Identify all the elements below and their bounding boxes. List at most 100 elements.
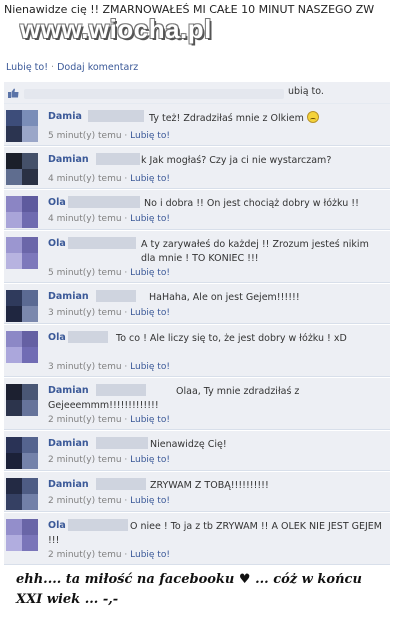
- avatar-pixel: [6, 519, 22, 535]
- comment-time: 2 minut(y) temu: [48, 550, 122, 560]
- avatar-pixel: [6, 494, 22, 510]
- avatar-pixel: [22, 478, 38, 494]
- avatar-pixel: [6, 153, 22, 169]
- comment-item: Damian Nienawidzę Cię! 2 minut(y) temu · …: [4, 431, 390, 471]
- avatar[interactable]: [6, 196, 38, 228]
- comment-item: Ola To co ! Ale liczy się to, że jest dob…: [4, 325, 390, 377]
- meta-separator: ·: [121, 550, 131, 560]
- comment-meta: 2 minut(y) temu · Lubię to!: [48, 496, 170, 506]
- avatar-pixel: [22, 453, 38, 469]
- comment-item: Ola No i dobra !! On jest chociąż dobry w…: [4, 190, 390, 230]
- avatar[interactable]: [6, 519, 38, 551]
- comment-meta: 2 minut(y) temu · Lubię to!: [48, 455, 170, 465]
- watermark: www.wiocha.pl: [20, 14, 212, 44]
- comment-text: k Jak mogłaś? Czy ja ci nie wystarczam?: [141, 155, 332, 166]
- avatar-pixel: [22, 126, 38, 142]
- comment-item: Ola A ty zarywałeś do każdej !! Zrozum je…: [4, 231, 390, 283]
- blurred-surname: [68, 196, 140, 208]
- commenter-name[interactable]: Damian: [48, 479, 89, 490]
- comment-like-link[interactable]: Lubię to!: [130, 131, 170, 141]
- meta-separator: ·: [121, 131, 131, 141]
- comment-like-link[interactable]: Lubię to!: [130, 550, 170, 560]
- comment-time: 2 minut(y) temu: [48, 415, 122, 425]
- comment-like-link[interactable]: Lubię to!: [130, 455, 170, 465]
- comment-meta: 4 minut(y) temu · Lubię to!: [48, 214, 170, 224]
- like-link[interactable]: Lubię to!: [6, 62, 48, 73]
- avatar[interactable]: [6, 437, 38, 469]
- add-comment-link[interactable]: Dodaj komentarz: [57, 62, 138, 73]
- avatar[interactable]: [6, 290, 38, 322]
- separator: ·: [51, 62, 55, 73]
- comment-text: Ty też! Zdradziłaś mnie z Olkiem: [149, 111, 384, 126]
- avatar-pixel: [6, 237, 22, 253]
- avatar[interactable]: [6, 478, 38, 510]
- blurred-surname: [68, 237, 136, 249]
- sad-smiley-icon: [306, 111, 319, 123]
- meta-separator: ·: [121, 455, 131, 465]
- avatar-pixel: [22, 110, 38, 126]
- comment-like-link[interactable]: Lubię to!: [130, 268, 170, 278]
- commenter-name[interactable]: Damian: [48, 154, 89, 165]
- avatar-pixel: [22, 153, 38, 169]
- commenter-name[interactable]: Ola: [48, 238, 66, 249]
- comment-item: Damian ZRYWAM Z TOBĄ!!!!!!!!!! 2 minut(y)…: [4, 472, 390, 512]
- avatar-pixel: [6, 253, 22, 269]
- commenter-name[interactable]: Damian: [48, 291, 89, 302]
- comment-time: 4 minut(y) temu: [48, 214, 122, 224]
- meta-separator: ·: [121, 174, 131, 184]
- comment-like-link[interactable]: Lubię to!: [130, 308, 170, 318]
- comment-like-link[interactable]: Lubię to!: [130, 362, 170, 372]
- comment-meta: 3 minut(y) temu · Lubię to!: [48, 362, 170, 372]
- blurred-surname: [96, 437, 148, 449]
- avatar-pixel: [6, 212, 22, 228]
- avatar-pixel: [6, 400, 22, 416]
- blurred-surname: [68, 331, 108, 343]
- avatar[interactable]: [6, 110, 38, 142]
- meta-separator: ·: [121, 415, 131, 425]
- comment-text: ZRYWAM Z TOBĄ!!!!!!!!!!: [150, 480, 269, 491]
- comment-text: Nienawidzę Cię!: [150, 439, 227, 450]
- meta-separator: ·: [121, 496, 131, 506]
- likes-bar: ubią to.: [4, 82, 390, 104]
- avatar-pixel: [6, 347, 22, 363]
- commenter-name[interactable]: Damian: [48, 438, 89, 449]
- thumbs-up-icon: [8, 88, 19, 98]
- avatar-pixel: [22, 535, 38, 551]
- avatar-pixel: [22, 347, 38, 363]
- comment-time: 4 minut(y) temu: [48, 174, 122, 184]
- avatar-pixel: [6, 453, 22, 469]
- avatar[interactable]: [6, 237, 38, 269]
- comment-meta: 4 minut(y) temu · Lubię to!: [48, 174, 170, 184]
- avatar-pixel: [6, 290, 22, 306]
- comment-like-link[interactable]: Lubię to!: [130, 496, 170, 506]
- avatar-pixel: [22, 519, 38, 535]
- avatar-pixel: [22, 306, 38, 322]
- blurred-surname: [96, 290, 136, 302]
- meta-separator: ·: [121, 268, 131, 278]
- blurred-surname: [88, 110, 144, 122]
- avatar[interactable]: [6, 331, 38, 363]
- comment-text: No i dobra !! On jest chociąż dobry w łó…: [144, 198, 359, 209]
- comment-like-link[interactable]: Lubię to!: [130, 214, 170, 224]
- comment-meta: 2 minut(y) temu · Lubię to!: [48, 550, 170, 560]
- blurred-surname: [96, 478, 146, 490]
- commenter-name[interactable]: Ola: [48, 197, 66, 208]
- avatar-pixel: [6, 306, 22, 322]
- comment-like-link[interactable]: Lubię to!: [130, 174, 170, 184]
- meta-separator: ·: [121, 308, 131, 318]
- avatar[interactable]: [6, 384, 38, 416]
- avatar-pixel: [22, 331, 38, 347]
- commenter-name[interactable]: Damia: [48, 111, 82, 122]
- comment-time: 2 minut(y) temu: [48, 455, 122, 465]
- avatar-pixel: [22, 169, 38, 185]
- commenter-name[interactable]: Ola: [48, 332, 66, 343]
- avatar-pixel: [6, 126, 22, 142]
- comment-like-link[interactable]: Lubię to!: [130, 415, 170, 425]
- post-actions: Lubię to! · Dodaj komentarz: [4, 58, 390, 78]
- comment-text: A ty zarywałeś do każdej !! Zrozum jeste…: [141, 239, 369, 264]
- comment-item: Damian HaHaha, Ale on jest Gejem!!!!!! 3 …: [4, 284, 390, 324]
- comment-item: Damia Ty też! Zdradziłaś mnie z Olkiem 5 …: [4, 104, 390, 146]
- comment-text: HaHaha, Ale on jest Gejem!!!!!!: [149, 292, 300, 303]
- avatar[interactable]: [6, 153, 38, 185]
- comment-item: Damian Olaa, Ty mnie zdradziłaś z Gejeeem…: [4, 378, 390, 430]
